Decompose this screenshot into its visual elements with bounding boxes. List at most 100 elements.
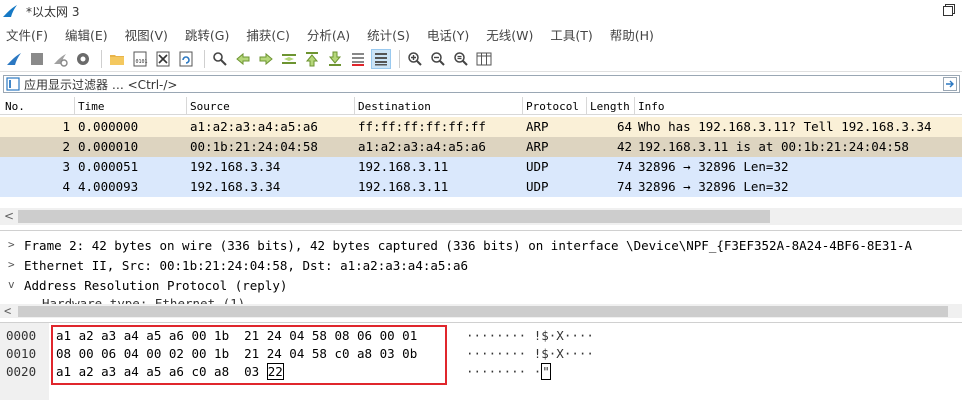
restart-icon[interactable] bbox=[50, 49, 70, 69]
main-toolbar: 0101 bbox=[0, 46, 962, 72]
colorize-icon[interactable] bbox=[371, 48, 391, 69]
last-packet-icon[interactable] bbox=[325, 49, 345, 69]
scroll-left-icon[interactable]: < bbox=[4, 304, 11, 318]
menu-view[interactable]: 视图(V) bbox=[125, 25, 168, 44]
menu-bar: 文件(F) 编辑(E) 视图(V) 跳转(G) 捕获(C) 分析(A) 统计(S… bbox=[0, 24, 962, 44]
cell-source: 192.168.3.34 bbox=[190, 159, 281, 174]
cell-info: 192.168.3.11 is at 00:1b:21:24:04:58 bbox=[638, 139, 909, 154]
column-length[interactable]: Length bbox=[587, 100, 630, 113]
window-title: *以太网 3 bbox=[26, 4, 80, 19]
cell-time: 0.000051 bbox=[78, 159, 139, 174]
ascii-row[interactable]: ········ !$·X···· bbox=[466, 346, 594, 364]
tree-item-ethernet[interactable]: > Ethernet II, Src: 00:1b:21:24:04:58, D… bbox=[0, 255, 962, 275]
cell-info: Who has 192.168.3.11? Tell 192.168.3.34 bbox=[638, 119, 932, 134]
menu-edit[interactable]: 编辑(E) bbox=[65, 25, 108, 44]
zoom-in-icon[interactable] bbox=[405, 49, 425, 69]
options-gear-icon[interactable] bbox=[73, 49, 93, 69]
column-no[interactable]: No. bbox=[2, 100, 25, 113]
cell-info: 32896 → 32896 Len=32 bbox=[638, 179, 789, 194]
scrollbar-thumb[interactable] bbox=[18, 210, 770, 223]
cell-time: 0.000000 bbox=[78, 119, 139, 134]
cell-length: 74 bbox=[616, 159, 632, 174]
back-arrow-icon[interactable] bbox=[233, 49, 253, 69]
menu-statistics[interactable]: 统计(S) bbox=[367, 25, 410, 44]
column-info[interactable]: Info bbox=[635, 100, 665, 113]
cell-no: 4 bbox=[62, 179, 70, 194]
hex-highlight-box bbox=[51, 325, 447, 385]
toolbar-separator bbox=[101, 49, 102, 68]
normal-size-icon[interactable] bbox=[451, 49, 471, 69]
scrollbar-thumb[interactable] bbox=[18, 306, 948, 317]
scroll-left-icon[interactable]: < bbox=[4, 209, 14, 223]
stop-icon[interactable] bbox=[27, 49, 47, 69]
selected-ascii-char[interactable]: " bbox=[541, 363, 551, 380]
packet-row[interactable]: 1 0.000000 a1:a2:a3:a4:a5:a6 ff:ff:ff:ff… bbox=[0, 117, 962, 137]
packet-bytes-pane: 0000 0010 0020 a1 a2 a3 a4 a5 a6 00 1b 2… bbox=[0, 322, 962, 400]
forward-arrow-icon[interactable] bbox=[256, 49, 276, 69]
display-filter-bar[interactable]: 应用显示过滤器 … <Ctrl-/> bbox=[3, 75, 960, 93]
menu-tools[interactable]: 工具(T) bbox=[550, 25, 592, 44]
cell-protocol: UDP bbox=[526, 179, 549, 194]
column-protocol[interactable]: Protocol bbox=[523, 100, 579, 113]
menu-capture[interactable]: 捕获(C) bbox=[246, 25, 289, 44]
cell-length: 64 bbox=[616, 119, 632, 134]
filter-apply-arrow-icon[interactable] bbox=[943, 77, 957, 91]
details-hscrollbar[interactable]: < bbox=[0, 304, 962, 318]
title-bar: *以太网 3 bbox=[0, 0, 962, 22]
menu-file[interactable]: 文件(F) bbox=[6, 25, 48, 44]
cell-protocol: ARP bbox=[526, 119, 549, 134]
cell-source: 00:1b:21:24:04:58 bbox=[190, 139, 318, 154]
menu-help[interactable]: 帮助(H) bbox=[610, 25, 654, 44]
cell-source: 192.168.3.34 bbox=[190, 179, 281, 194]
packet-details-tree: > Frame 2: 42 bytes on wire (336 bits), … bbox=[0, 230, 962, 318]
cell-destination: 192.168.3.11 bbox=[358, 179, 449, 194]
ascii-text: ········ · bbox=[466, 364, 542, 379]
toolbar-separator bbox=[204, 49, 205, 68]
save-file-icon[interactable]: 0101 bbox=[130, 49, 150, 69]
first-packet-icon[interactable] bbox=[302, 49, 322, 69]
packet-row-selected[interactable]: 2 0.000010 00:1b:21:24:04:58 a1:a2:a3:a4… bbox=[0, 137, 962, 157]
reload-icon[interactable] bbox=[176, 49, 196, 69]
cell-time: 4.000093 bbox=[78, 179, 139, 194]
zoom-out-icon[interactable] bbox=[428, 49, 448, 69]
packet-row[interactable]: 4 4.000093 192.168.3.34 192.168.3.11 UDP… bbox=[0, 177, 962, 197]
tree-item-label: Ethernet II, Src: 00:1b:21:24:04:58, Dst… bbox=[24, 258, 469, 273]
cell-length: 42 bbox=[616, 139, 632, 154]
cell-destination: a1:a2:a3:a4:a5:a6 bbox=[358, 139, 486, 154]
bookmark-filter-icon[interactable] bbox=[6, 77, 20, 91]
cell-protocol: ARP bbox=[526, 139, 549, 154]
cell-info: 32896 → 32896 Len=32 bbox=[638, 159, 789, 174]
byte-offset: 0000 bbox=[6, 328, 37, 343]
restore-window-icon[interactable] bbox=[942, 3, 956, 17]
packet-list-hscrollbar[interactable]: < bbox=[0, 208, 962, 225]
open-folder-icon[interactable] bbox=[107, 49, 127, 69]
autoscroll-icon[interactable] bbox=[348, 49, 368, 69]
find-icon[interactable] bbox=[210, 49, 230, 69]
ascii-row[interactable]: ········ !$·X···· bbox=[466, 328, 594, 346]
ascii-row[interactable]: ········ ·" bbox=[466, 363, 551, 382]
menu-telephony[interactable]: 电话(Y) bbox=[427, 25, 469, 44]
column-destination[interactable]: Destination bbox=[355, 100, 431, 113]
menu-go[interactable]: 跳转(G) bbox=[185, 25, 229, 44]
shark-start-icon[interactable] bbox=[4, 49, 24, 69]
cell-time: 0.000010 bbox=[78, 139, 139, 154]
goto-packet-icon[interactable] bbox=[279, 49, 299, 69]
expand-caret-icon[interactable]: > bbox=[8, 238, 15, 251]
column-source[interactable]: Source bbox=[187, 100, 230, 113]
cell-source: a1:a2:a3:a4:a5:a6 bbox=[190, 119, 318, 134]
resize-columns-icon[interactable] bbox=[474, 49, 494, 69]
cell-protocol: UDP bbox=[526, 159, 549, 174]
menu-wireless[interactable]: 无线(W) bbox=[486, 25, 533, 44]
menu-analyze[interactable]: 分析(A) bbox=[307, 25, 350, 44]
display-filter-input[interactable]: 应用显示过滤器 … <Ctrl-/> bbox=[24, 76, 177, 93]
tree-item-arp[interactable]: v Address Resolution Protocol (reply) bbox=[0, 275, 962, 295]
tree-item-label: Frame 2: 42 bytes on wire (336 bits), 42… bbox=[24, 238, 913, 253]
cell-no: 1 bbox=[62, 119, 70, 134]
tree-item-frame[interactable]: > Frame 2: 42 bytes on wire (336 bits), … bbox=[0, 235, 962, 255]
close-file-icon[interactable] bbox=[153, 49, 173, 69]
collapse-caret-icon[interactable]: v bbox=[8, 278, 15, 291]
expand-caret-icon[interactable]: > bbox=[8, 258, 15, 271]
packet-list-header: No. Time Source Destination Protocol Len… bbox=[0, 97, 962, 115]
packet-row[interactable]: 3 0.000051 192.168.3.34 192.168.3.11 UDP… bbox=[0, 157, 962, 177]
column-time[interactable]: Time bbox=[75, 100, 105, 113]
